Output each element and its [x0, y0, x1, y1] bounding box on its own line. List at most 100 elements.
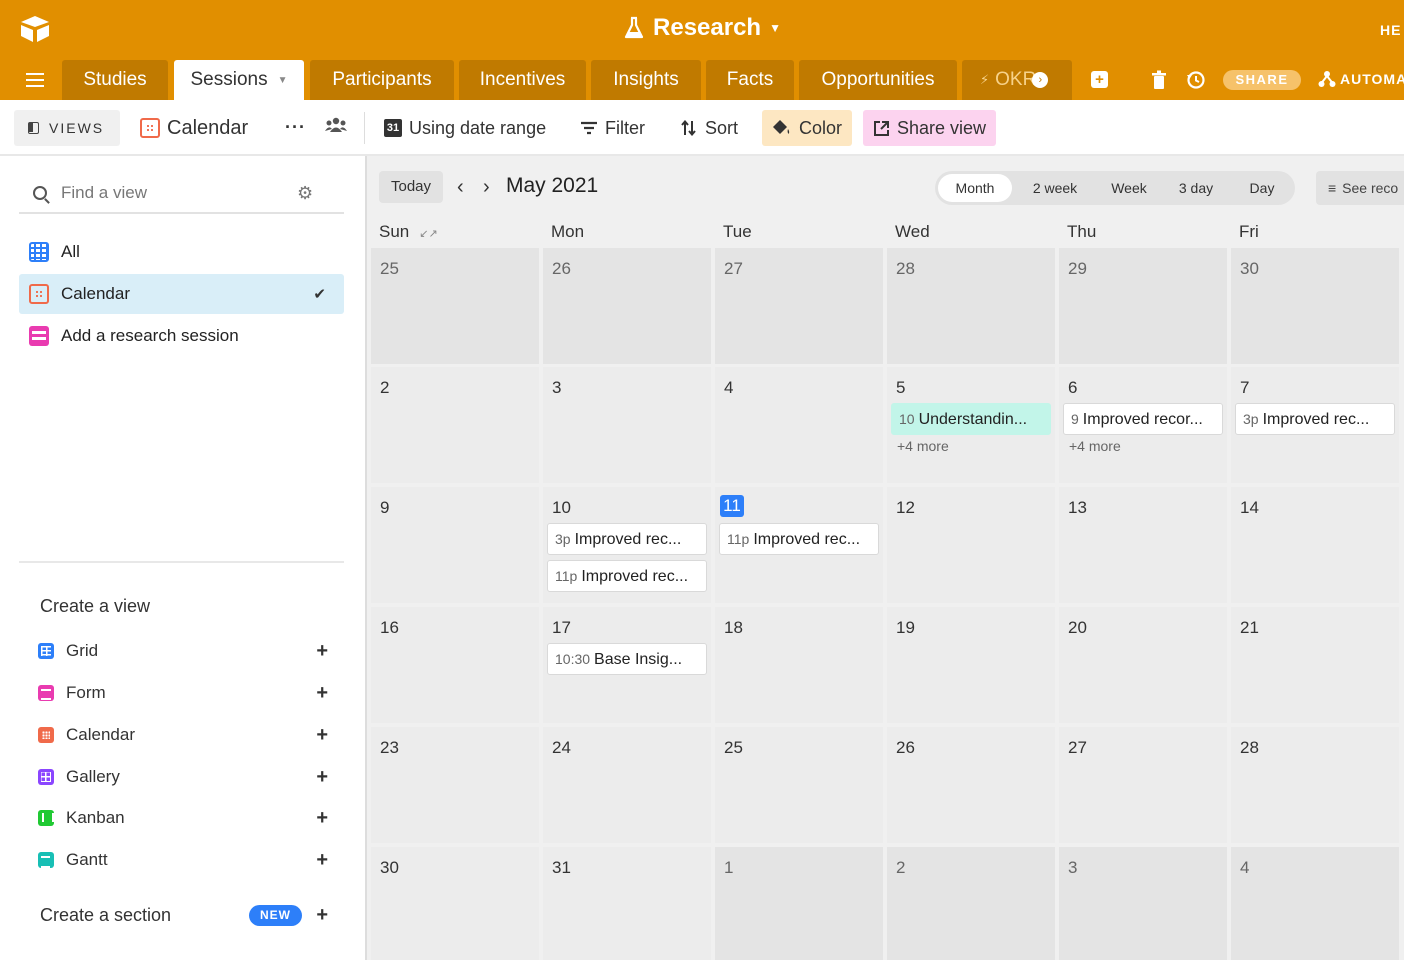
- chevron-left-icon[interactable]: ‹: [457, 176, 464, 199]
- day-cell[interactable]: 25: [715, 727, 883, 843]
- day-cell[interactable]: 5 10 Understandin... +4 more: [887, 367, 1055, 483]
- plus-icon[interactable]: +: [316, 682, 328, 705]
- day-cell[interactable]: 6 9 Improved recor... +4 more: [1059, 367, 1227, 483]
- day-cell[interactable]: 26: [543, 248, 711, 364]
- day-cell[interactable]: 20: [1059, 607, 1227, 723]
- plus-icon[interactable]: +: [316, 904, 328, 927]
- collaborators-icon[interactable]: [325, 117, 347, 133]
- create-gallery-view[interactable]: Gallery +: [38, 762, 328, 792]
- chevron-right-icon[interactable]: ›: [483, 176, 490, 199]
- calendar-event[interactable]: 11p Improved rec...: [547, 560, 707, 592]
- day-cell[interactable]: 30: [1231, 248, 1399, 364]
- day-cell[interactable]: 10 3p Improved rec... 11p Improved rec...: [543, 487, 711, 603]
- hamburger-menu-icon[interactable]: [26, 73, 44, 87]
- color-button[interactable]: Color: [762, 110, 853, 146]
- tab-sessions[interactable]: Sessions ▼: [174, 60, 304, 100]
- day-cell[interactable]: 27: [715, 248, 883, 364]
- sidebar-view-all[interactable]: All: [19, 232, 344, 272]
- create-kanban-view[interactable]: Kanban +: [38, 803, 328, 833]
- day-cell[interactable]: 25: [371, 248, 539, 364]
- calendar-event[interactable]: 10 Understandin...: [891, 403, 1051, 435]
- date-range-button[interactable]: 31 Using date range: [374, 110, 556, 146]
- views-toggle-button[interactable]: VIEWS: [14, 110, 120, 146]
- day-cell[interactable]: 4: [1231, 847, 1399, 960]
- day-cell[interactable]: 27: [1059, 727, 1227, 843]
- tab-studies[interactable]: Studies: [62, 60, 168, 100]
- help-button[interactable]: HE: [1380, 22, 1401, 38]
- day-cell[interactable]: 3: [543, 367, 711, 483]
- day-cell[interactable]: 16: [371, 607, 539, 723]
- chevron-down-icon[interactable]: ▼: [278, 75, 288, 86]
- see-records-button[interactable]: ≡ See reco: [1316, 171, 1404, 205]
- history-icon[interactable]: [1186, 70, 1206, 90]
- calendar-event[interactable]: 3p Improved rec...: [1235, 403, 1395, 435]
- calendar-event[interactable]: 11p Improved rec...: [719, 523, 879, 555]
- calendar-event[interactable]: 10:30 Base Insig...: [547, 643, 707, 675]
- day-cell[interactable]: 29: [1059, 248, 1227, 364]
- calendar-event[interactable]: 3p Improved rec...: [547, 523, 707, 555]
- range-month[interactable]: Month: [938, 174, 1012, 202]
- day-cell[interactable]: 13: [1059, 487, 1227, 603]
- more-events-link[interactable]: +4 more: [897, 438, 949, 454]
- today-button[interactable]: Today: [379, 171, 443, 203]
- more-options-icon[interactable]: ···: [285, 117, 306, 138]
- day-cell[interactable]: 28: [1231, 727, 1399, 843]
- day-cell[interactable]: 11 11p Improved rec...: [715, 487, 883, 603]
- more-events-link[interactable]: +4 more: [1069, 438, 1121, 454]
- base-title-button[interactable]: Research ▼: [0, 14, 1404, 42]
- range-day[interactable]: Day: [1232, 174, 1292, 202]
- tab-incentives[interactable]: Incentives: [459, 60, 586, 100]
- sort-button[interactable]: Sort: [670, 110, 748, 146]
- day-cell[interactable]: 17 10:30 Base Insig...: [543, 607, 711, 723]
- tab-facts[interactable]: Facts: [706, 60, 794, 100]
- find-view-input[interactable]: [61, 183, 291, 203]
- gear-icon[interactable]: ⚙: [297, 183, 313, 204]
- create-section-button[interactable]: Create a section NEW +: [40, 900, 328, 930]
- day-cell[interactable]: 30: [371, 847, 539, 960]
- day-cell[interactable]: 19: [887, 607, 1055, 723]
- plus-icon[interactable]: +: [316, 640, 328, 663]
- calendar-event[interactable]: 9 Improved recor...: [1063, 403, 1223, 435]
- day-cell[interactable]: 23: [371, 727, 539, 843]
- day-cell[interactable]: 1: [715, 847, 883, 960]
- scroll-right-icon[interactable]: ›: [1032, 72, 1049, 88]
- range-3-day[interactable]: 3 day: [1164, 174, 1228, 202]
- day-cell[interactable]: 26: [887, 727, 1055, 843]
- tab-insights[interactable]: Insights: [591, 60, 701, 100]
- day-cell[interactable]: 18: [715, 607, 883, 723]
- collapse-weekend-icon[interactable]: ↙↗: [419, 228, 437, 240]
- day-cell[interactable]: 7 3p Improved rec...: [1231, 367, 1399, 483]
- day-cell[interactable]: 12: [887, 487, 1055, 603]
- tab-participants[interactable]: Participants: [310, 60, 454, 100]
- day-cell[interactable]: 24: [543, 727, 711, 843]
- day-cell[interactable]: 2: [887, 847, 1055, 960]
- plus-icon[interactable]: +: [316, 724, 328, 747]
- day-cell[interactable]: 31: [543, 847, 711, 960]
- plus-icon[interactable]: +: [316, 849, 328, 872]
- create-form-view[interactable]: Form +: [38, 678, 328, 708]
- create-grid-view[interactable]: Grid +: [38, 636, 328, 666]
- create-gantt-view[interactable]: Gantt +: [38, 845, 328, 875]
- day-cell[interactable]: 28: [887, 248, 1055, 364]
- day-cell[interactable]: 21: [1231, 607, 1399, 723]
- sidebar-view-add-research-session[interactable]: Add a research session: [19, 316, 344, 356]
- add-table-icon[interactable]: +: [1091, 71, 1108, 88]
- current-view-button[interactable]: Calendar: [130, 110, 258, 146]
- trash-icon[interactable]: [1151, 70, 1167, 90]
- share-view-button[interactable]: Share view: [863, 110, 997, 146]
- create-calendar-view[interactable]: Calendar +: [38, 720, 328, 750]
- plus-icon[interactable]: +: [316, 766, 328, 789]
- day-cell[interactable]: 14: [1231, 487, 1399, 603]
- range-week[interactable]: Week: [1098, 174, 1160, 202]
- sidebar-view-calendar[interactable]: Calendar ✔: [19, 274, 344, 314]
- range-2-week[interactable]: 2 week: [1016, 174, 1094, 202]
- day-cell[interactable]: 2: [371, 367, 539, 483]
- day-cell[interactable]: 4: [715, 367, 883, 483]
- automations-button[interactable]: AUTOMA: [1318, 70, 1404, 88]
- share-button[interactable]: SHARE: [1223, 70, 1301, 90]
- day-cell[interactable]: 3: [1059, 847, 1227, 960]
- plus-icon[interactable]: +: [316, 807, 328, 830]
- filter-button[interactable]: Filter: [570, 110, 655, 146]
- tab-opportunities[interactable]: Opportunities: [799, 60, 957, 100]
- day-cell[interactable]: 9: [371, 487, 539, 603]
